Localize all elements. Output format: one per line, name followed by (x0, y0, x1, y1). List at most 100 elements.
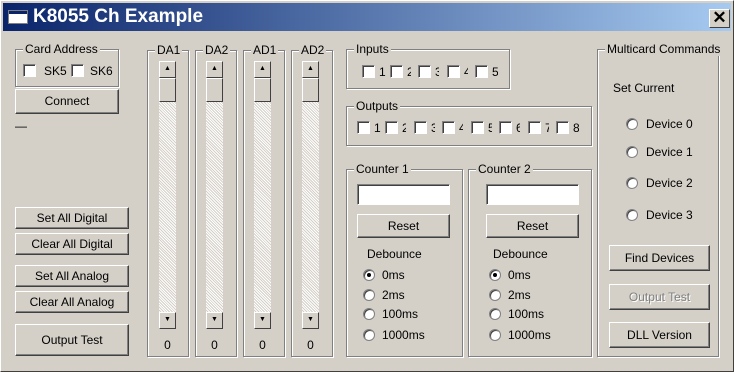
counter-1-reset-button[interactable]: Reset (357, 214, 450, 238)
counter-1-label: Counter 1 (354, 162, 411, 176)
input-4-label: 4 (464, 66, 468, 79)
input-3-checkbox (418, 65, 431, 78)
input-3-label: 3 (435, 66, 439, 79)
input-5-label: 5 (492, 66, 498, 79)
output-1-checkbox[interactable] (357, 121, 370, 134)
ad1-label: AD1 (251, 43, 279, 57)
output-8-checkbox[interactable] (556, 121, 569, 134)
input-5-checkbox (475, 65, 488, 78)
da1-slider-thumb[interactable] (159, 78, 176, 102)
close-icon: ✕ (712, 8, 727, 27)
multicard-output-test-button[interactable]: Output Test (609, 284, 710, 310)
scroll-down-icon: ▼ (211, 316, 218, 323)
scroll-down-icon: ▼ (259, 316, 266, 323)
scroll-up-icon: ▲ (211, 65, 218, 72)
da1-scroll-down-button[interactable]: ▼ (159, 312, 176, 329)
card-address-label: Card Address (23, 42, 100, 56)
counter-1-debounce-100ms-radio[interactable] (363, 308, 375, 320)
output-8-label: 8 (573, 122, 579, 135)
input-2-label: 2 (407, 66, 411, 79)
input-4-checkbox (447, 65, 460, 78)
counter-2-debounce-0ms-label: 0ms (508, 268, 531, 282)
ad1-slider-thumb[interactable] (254, 78, 271, 102)
counter-1-debounce-0ms-radio[interactable] (363, 269, 375, 281)
ad2-scroll-down-button[interactable]: ▼ (302, 312, 319, 329)
clear-all-digital-button[interactable]: Clear All Digital (15, 233, 129, 255)
device-0-radio[interactable] (626, 118, 638, 130)
set-all-analog-button[interactable]: Set All Analog (15, 265, 129, 287)
ad2-scroll-up-button[interactable]: ▲ (302, 61, 319, 78)
da2-label: DA2 (203, 43, 231, 57)
counter-2-debounce-100ms-radio[interactable] (489, 308, 501, 320)
output-6-label: 6 (516, 122, 520, 135)
da2-scroll-up-button[interactable]: ▲ (206, 61, 223, 78)
set-current-label: Set Current (613, 81, 675, 95)
device-1-radio[interactable] (626, 146, 638, 158)
input-1-checkbox (362, 65, 375, 78)
da1-slider[interactable]: ▲ ▼ (159, 61, 176, 329)
output-test-button[interactable]: Output Test (15, 324, 129, 356)
main-window: K8055 Ch Example ✕ Card Address SK5 SK6 … (0, 0, 734, 372)
multicard-commands-group: Multicard Commands (597, 42, 723, 357)
output-4-label: 4 (459, 122, 463, 135)
counter-1-debounce-label: Debounce (367, 247, 422, 261)
title-bar[interactable]: K8055 Ch Example ✕ (3, 3, 731, 31)
output-7-label: 7 (545, 122, 549, 135)
sk6-label: SK6 (90, 65, 113, 78)
clear-all-analog-button[interactable]: Clear All Analog (15, 291, 129, 313)
counter-1-value-field[interactable] (357, 184, 450, 205)
counter-2-debounce-1000ms-radio[interactable] (489, 329, 501, 341)
output-1-label: 1 (374, 122, 381, 135)
ad1-scroll-up-button[interactable]: ▲ (254, 61, 271, 78)
device-3-label: Device 3 (646, 208, 693, 222)
counter-2-debounce-100ms-label: 100ms (508, 307, 545, 321)
dll-version-button[interactable]: DLL Version (609, 322, 710, 348)
counter-2-debounce-0ms-radio[interactable] (489, 269, 501, 281)
ad2-slider[interactable]: ▲ ▼ (302, 61, 319, 329)
counter-2-debounce-label: Debounce (493, 247, 548, 261)
counter-2-debounce-2ms-label: 2ms (508, 288, 531, 302)
counter-1-debounce-1000ms-label: 1000ms (382, 328, 425, 342)
set-all-digital-button[interactable]: Set All Digital (15, 207, 129, 229)
connect-button[interactable]: Connect (15, 89, 119, 114)
inputs-label: Inputs (354, 42, 391, 56)
scroll-up-icon: ▲ (307, 65, 314, 72)
device-2-radio[interactable] (626, 177, 638, 189)
output-5-checkbox[interactable] (471, 121, 484, 134)
sk5-checkbox[interactable] (23, 64, 36, 77)
sk6-checkbox[interactable] (71, 64, 84, 77)
scroll-down-icon: ▼ (307, 316, 314, 323)
da2-scroll-down-button[interactable]: ▼ (206, 312, 223, 329)
input-2-checkbox (390, 65, 403, 78)
find-devices-button[interactable]: Find Devices (609, 245, 710, 271)
counter-2-label: Counter 2 (476, 162, 533, 176)
da1-scroll-up-button[interactable]: ▲ (159, 61, 176, 78)
output-3-checkbox[interactable] (414, 121, 427, 134)
ad2-value: 0 (307, 338, 314, 352)
counter-1-debounce-1000ms-radio[interactable] (363, 329, 375, 341)
ad2-label: AD2 (299, 43, 327, 57)
scroll-up-icon: ▲ (259, 65, 266, 72)
window-title: K8055 Ch Example (33, 6, 204, 27)
da2-value: 0 (211, 338, 218, 352)
counter-1-debounce-2ms-radio[interactable] (363, 289, 375, 301)
output-2-checkbox[interactable] (385, 121, 398, 134)
output-7-checkbox[interactable] (528, 121, 541, 134)
counter-2-debounce-2ms-radio[interactable] (489, 289, 501, 301)
counter-2-debounce-1000ms-label: 1000ms (508, 328, 551, 342)
output-3-label: 3 (431, 122, 435, 135)
counter-2-reset-button[interactable]: Reset (486, 214, 579, 238)
ad2-slider-thumb[interactable] (302, 78, 319, 102)
device-3-radio[interactable] (626, 209, 638, 221)
counter-2-value-field[interactable] (486, 184, 579, 205)
da2-slider[interactable]: ▲ ▼ (206, 61, 223, 329)
output-4-checkbox[interactable] (442, 121, 455, 134)
ad1-scroll-down-button[interactable]: ▼ (254, 312, 271, 329)
scroll-up-icon: ▲ (164, 65, 171, 72)
da2-slider-thumb[interactable] (206, 78, 223, 102)
output-2-label: 2 (402, 122, 406, 135)
close-button[interactable]: ✕ (709, 9, 730, 28)
output-6-checkbox[interactable] (499, 121, 512, 134)
device-0-label: Device 0 (646, 117, 693, 131)
ad1-slider[interactable]: ▲ ▼ (254, 61, 271, 329)
